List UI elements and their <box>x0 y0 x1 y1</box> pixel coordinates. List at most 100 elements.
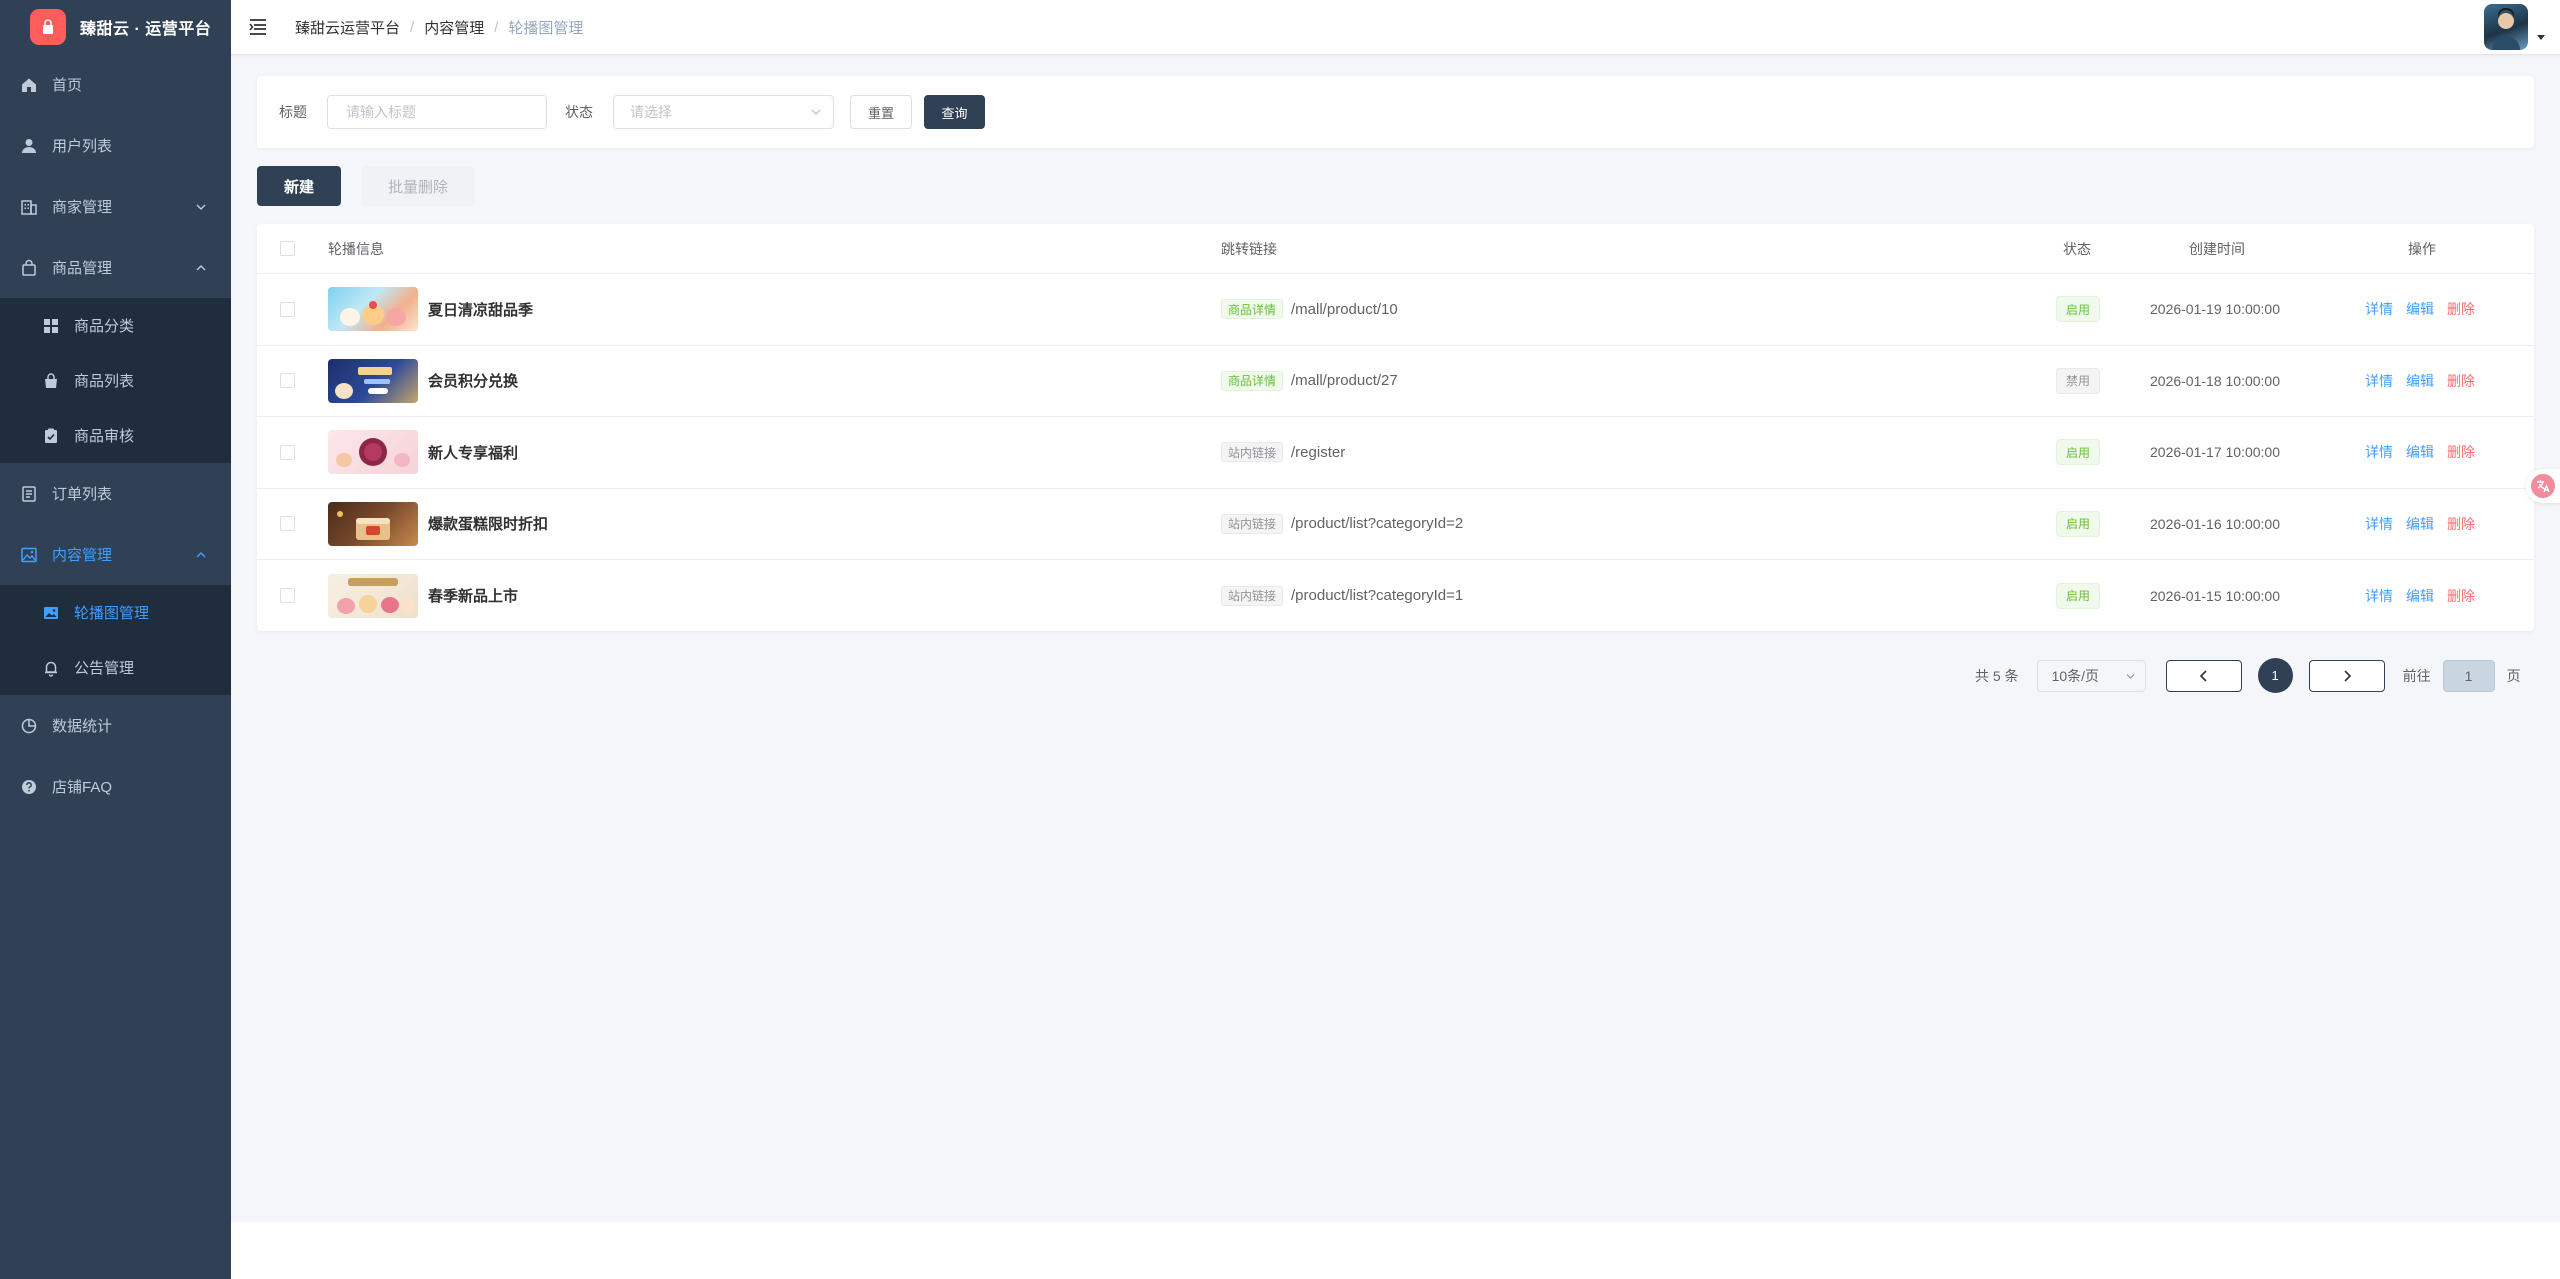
column-header-status: 状态 <box>2063 240 2091 257</box>
sidebar-item-label: 商品管理 <box>52 260 113 277</box>
translate-icon <box>2531 474 2555 498</box>
query-button[interactable]: 查询 <box>924 95 985 129</box>
link-type-tag: 商品详情 <box>1221 299 1284 320</box>
detail-link[interactable]: 详情 <box>2365 442 2393 462</box>
table-row: 新人专享福利 站内链接 /register 启用 2026-01-17 10:0… <box>257 417 2534 489</box>
edit-link[interactable]: 编辑 <box>2406 514 2434 534</box>
link-path: /mall/product/10 <box>1291 300 1398 318</box>
title-filter-label: 标题 <box>279 104 307 120</box>
sidebar-item-products[interactable]: 商品管理 <box>0 237 231 298</box>
breadcrumb-item[interactable]: 内容管理 <box>424 17 484 38</box>
breadcrumb-separator: / <box>494 18 499 36</box>
banner-table: 轮播信息 跳转链接 状态 创建时间 操作 夏日清凉甜品季 商品详情 /mall/… <box>257 224 2534 631</box>
image-icon <box>42 604 60 622</box>
question-icon <box>20 778 38 796</box>
row-checkbox[interactable] <box>280 373 295 389</box>
home-icon <box>20 76 38 94</box>
title-search-input[interactable]: 请输入标题 <box>327 95 547 129</box>
status-select[interactable]: 请选择 <box>613 95 834 129</box>
delete-link[interactable]: 删除 <box>2447 299 2475 319</box>
detail-link[interactable]: 详情 <box>2365 514 2393 534</box>
delete-link[interactable]: 删除 <box>2447 442 2475 462</box>
goto-label: 前往 <box>2402 667 2431 684</box>
app-logo[interactable]: 臻甜云 · 运营平台 <box>0 0 231 54</box>
next-page-button[interactable] <box>2308 659 2385 692</box>
sidebar-item-banner-management[interactable]: 轮播图管理 <box>0 585 231 640</box>
edit-link[interactable]: 编辑 <box>2406 299 2434 319</box>
banner-thumbnail[interactable] <box>328 430 418 475</box>
row-checkbox[interactable] <box>280 444 295 460</box>
banner-title: 夏日清凉甜品季 <box>428 301 534 319</box>
table-row: 春季新品上市 站内链接 /product/list?categoryId=1 启… <box>257 560 2534 632</box>
column-header-link: 跳转链接 <box>1221 240 1277 257</box>
delete-link[interactable]: 删除 <box>2447 514 2475 534</box>
batch-delete-button[interactable]: 批量删除 <box>361 166 475 206</box>
submenu-content: 轮播图管理 公告管理 <box>0 585 231 695</box>
banner-thumbnail[interactable] <box>328 287 418 332</box>
banner-thumbnail[interactable] <box>328 573 418 618</box>
filter-bar: 标题 请输入标题 状态 请选择 重置 查询 <box>257 76 2534 148</box>
top-header: 臻甜云运营平台 / 内容管理 / 轮播图管理 <box>231 0 2560 55</box>
row-checkbox[interactable] <box>280 588 295 604</box>
sidebar-item-orders[interactable]: 订单列表 <box>0 463 231 524</box>
avatar[interactable] <box>2484 4 2528 50</box>
created-time: 2026-01-16 10:00:00 <box>2150 515 2280 532</box>
floating-assistant-button[interactable] <box>2526 469 2560 503</box>
sidebar-item-users[interactable]: 用户列表 <box>0 115 231 176</box>
link-type-tag: 商品详情 <box>1221 370 1284 391</box>
grid-icon <box>42 317 60 335</box>
link-type-tag: 站内链接 <box>1221 585 1284 606</box>
sidebar-item-label: 店铺FAQ <box>52 779 113 796</box>
chevron-down-icon <box>2126 673 2135 679</box>
table-row: 爆款蛋糕限时折扣 站内链接 /product/list?categoryId=2… <box>257 489 2534 560</box>
created-time: 2026-01-17 10:00:00 <box>2150 444 2280 461</box>
banner-title: 新人专享福利 <box>428 444 519 462</box>
prev-page-button[interactable] <box>2165 659 2242 692</box>
page-number-current[interactable]: 1 <box>2257 658 2293 693</box>
sidebar-item-home[interactable]: 首页 <box>0 54 231 115</box>
page-size-select[interactable]: 10条/页 <box>2036 659 2146 692</box>
sidebar-item-label: 内容管理 <box>52 547 113 564</box>
select-all-checkbox[interactable] <box>280 241 295 256</box>
sidebar-item-label: 公告管理 <box>74 660 135 677</box>
detail-link[interactable]: 详情 <box>2365 299 2393 319</box>
sidebar-item-merchants[interactable]: 商家管理 <box>0 176 231 237</box>
edit-link[interactable]: 编辑 <box>2406 371 2434 391</box>
sidebar: 臻甜云 · 运营平台 首页 用户列表 商家管理 商品管理 商品分类 商品列表 商… <box>0 0 231 1279</box>
sidebar-item-announcements[interactable]: 公告管理 <box>0 640 231 695</box>
caret-down-icon[interactable] <box>2536 34 2546 42</box>
menu-toggle-icon[interactable] <box>249 18 269 36</box>
table-header: 轮播信息 跳转链接 状态 创建时间 操作 <box>257 224 2534 274</box>
building-icon <box>20 198 38 216</box>
edit-link[interactable]: 编辑 <box>2406 442 2434 462</box>
created-time: 2026-01-15 10:00:00 <box>2150 587 2280 604</box>
sidebar-item-product-list[interactable]: 商品列表 <box>0 353 231 408</box>
footer-area <box>231 1222 2560 1279</box>
status-badge: 启用 <box>2056 510 2101 537</box>
new-button[interactable]: 新建 <box>257 166 341 206</box>
row-checkbox[interactable] <box>280 301 295 317</box>
goto-page-input[interactable]: 1 <box>2442 659 2495 692</box>
breadcrumb-item[interactable]: 臻甜云运营平台 <box>295 17 400 38</box>
column-header-info: 轮播信息 <box>328 240 384 257</box>
row-checkbox[interactable] <box>280 516 295 532</box>
link-path: /product/list?categoryId=2 <box>1291 515 1464 533</box>
delete-link[interactable]: 删除 <box>2447 586 2475 606</box>
banner-thumbnail[interactable] <box>328 358 418 403</box>
banner-title: 会员积分兑换 <box>428 373 519 391</box>
status-filter-label: 状态 <box>565 104 593 120</box>
sidebar-item-faq[interactable]: 店铺FAQ <box>0 756 231 817</box>
picture-icon <box>20 546 38 564</box>
reset-button[interactable]: 重置 <box>850 95 912 129</box>
sidebar-item-statistics[interactable]: 数据统计 <box>0 695 231 756</box>
detail-link[interactable]: 详情 <box>2365 371 2393 391</box>
delete-link[interactable]: 删除 <box>2447 371 2475 391</box>
sidebar-item-content[interactable]: 内容管理 <box>0 524 231 585</box>
document-icon <box>20 485 38 503</box>
sidebar-item-product-categories[interactable]: 商品分类 <box>0 298 231 353</box>
sidebar-item-product-review[interactable]: 商品审核 <box>0 408 231 463</box>
edit-link[interactable]: 编辑 <box>2406 586 2434 606</box>
detail-link[interactable]: 详情 <box>2365 586 2393 606</box>
banner-thumbnail[interactable] <box>328 501 418 546</box>
chevron-right-icon <box>2344 669 2351 682</box>
